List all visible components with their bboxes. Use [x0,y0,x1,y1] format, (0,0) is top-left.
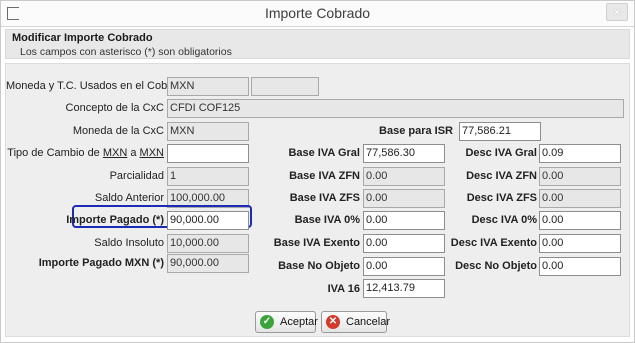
iva16-label: IVA 16 [327,283,360,295]
moneda-tc-label: Moneda y T.C. Usados en el Cobro [6,80,177,92]
parcialidad-field[interactable]: 1 [167,167,249,186]
desc-iva-0-field[interactable]: 0.00 [539,211,621,230]
accept-button[interactable]: ✓ Aceptar [255,311,318,333]
title-bar: Importe Cobrado × [1,1,634,27]
form-panel: Moneda y T.C. Usados en el Cobro MXN Con… [5,63,630,337]
desc-no-objeto-field[interactable]: 0.00 [539,257,621,276]
check-icon: ✓ [260,315,274,329]
tipo-cambio-to: MXN [139,147,164,159]
concepto-field[interactable]: CFDI COF125 [167,99,624,118]
close-icon: × [613,5,621,19]
base-iva-gral-field[interactable]: 77,586.30 [363,144,445,163]
tipo-cambio-field[interactable] [167,144,249,163]
importe-pagado-mxn-field[interactable]: 90,000.00 [167,254,249,273]
close-icon: ✕ [326,315,340,329]
base-iva-zfs-field[interactable]: 0.00 [363,189,445,208]
base-isr-field[interactable]: 77,586.21 [459,122,541,141]
importe-cobrado-dialog: Importe Cobrado × Modificar Importe Cobr… [0,0,635,343]
desc-iva-exento-field[interactable]: 0.00 [539,234,621,253]
base-no-objeto-label: Base No Objeto [278,260,360,272]
saldo-insoluto-field[interactable]: 10,000.00 [167,234,249,253]
moneda-tc-field[interactable]: MXN [167,77,249,96]
iva16-field[interactable]: 12,413.79 [363,279,445,298]
tipo-cambio-from: MXN [102,147,128,159]
base-iva-exento-field[interactable]: 0.00 [363,234,445,253]
base-no-objeto-field[interactable]: 0.00 [363,257,445,276]
cancel-button[interactable]: ✕ Cancelar [321,311,391,333]
base-iva-0-label: Base IVA 0% [294,214,360,226]
desc-iva-gral-field[interactable]: 0.09 [539,144,621,163]
importe-pagado-label: Importe Pagado (*) [66,214,164,226]
saldo-anterior-label: Saldo Anterior [94,192,164,204]
section-header: Modificar Importe Cobrado Los campos con… [5,29,630,59]
saldo-insoluto-label: Saldo Insoluto [94,237,164,249]
section-title: Modificar Importe Cobrado [12,32,153,44]
desc-iva-0-label: Desc IVA 0% [471,214,537,226]
base-isr-label: Base para ISR [379,125,453,137]
importe-pagado-mxn-label: Importe Pagado MXN (*) [38,257,164,269]
base-iva-zfs-label: Base IVA ZFS [289,192,360,204]
concepto-label: Concepto de la CxC [65,102,164,114]
desc-iva-gral-label: Desc IVA Gral [465,147,537,159]
parcialidad-label: Parcialidad [109,170,164,182]
desc-iva-zfs-field[interactable]: 0.00 [539,189,621,208]
base-iva-0-field[interactable]: 0.00 [363,211,445,230]
required-fields-note: Los campos con asterisco (*) son obligat… [20,46,232,58]
moneda-cxc-label: Moneda de la CxC [72,125,164,137]
desc-iva-zfn-field[interactable]: 0.00 [539,167,621,186]
desc-iva-zfn-label: Desc IVA ZFN [466,170,537,182]
desc-no-objeto-label: Desc No Objeto [455,260,537,272]
close-button[interactable]: × [606,3,628,21]
tipo-cambio-label: Tipo de Cambio de MXN a MXN [6,147,164,159]
cancel-button-label: Cancelar [346,316,391,328]
tipo-cambio-label-prefix: Tipo de Cambio de [7,147,103,159]
accept-button-label: Aceptar [280,316,318,328]
moneda-cxc-field[interactable]: MXN [167,122,249,141]
base-iva-gral-label: Base IVA Gral [288,147,360,159]
desc-iva-zfs-label: Desc IVA ZFS [466,192,537,204]
base-iva-zfn-field[interactable]: 0.00 [363,167,445,186]
importe-pagado-field[interactable]: 90,000.00 [167,211,249,230]
tipo-cambio-cobro-field[interactable] [251,77,319,96]
base-iva-zfn-label: Base IVA ZFN [289,170,360,182]
base-iva-exento-label: Base IVA Exento [273,237,360,249]
desc-iva-exento-label: Desc IVA Exento [450,237,537,249]
window-title: Importe Cobrado [264,5,371,21]
tipo-cambio-mid: a [127,147,140,159]
